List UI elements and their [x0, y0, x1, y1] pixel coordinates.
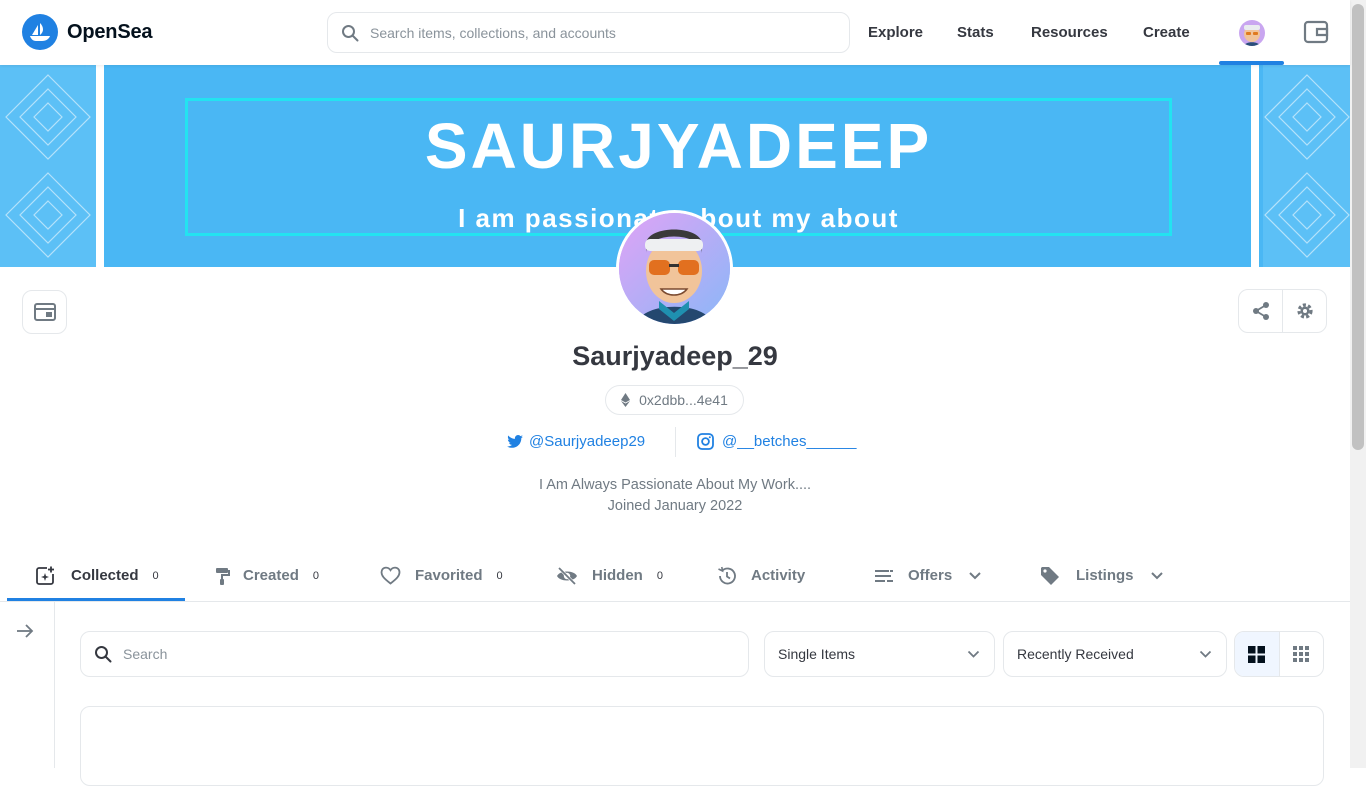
search-icon [95, 646, 112, 663]
tab-collected[interactable]: Collected 0 [35, 549, 159, 602]
banner-edit-button[interactable] [22, 290, 67, 334]
opensea-logo[interactable]: OpenSea [22, 14, 153, 50]
banner-title: SAURJYADEEP [424, 110, 933, 182]
twitter-link[interactable]: @Saurjyadeep29 [507, 433, 645, 450]
tab-favorited-count: 0 [496, 569, 503, 582]
expand-filters-button[interactable] [15, 622, 35, 645]
list-icon [875, 569, 893, 582]
share-button[interactable] [1238, 289, 1283, 333]
profile-avatar [616, 210, 733, 327]
banner-pattern-left [0, 65, 96, 267]
arrow-right-icon [17, 624, 34, 638]
profile-tabs: Collected 0 Created 0 Favorited 0 Hidden… [0, 549, 1350, 602]
nav-stats[interactable]: Stats [957, 0, 994, 65]
twitter-handle: @Saurjyadeep29 [529, 433, 646, 450]
search-placeholder: Search items, collections, and accounts [370, 24, 616, 41]
brand-name: OpenSea [67, 20, 153, 43]
banner-divider-right [1251, 65, 1259, 267]
nav-explore[interactable]: Explore [868, 0, 923, 65]
global-search-input[interactable]: Search items, collections, and accounts [327, 12, 850, 53]
instagram-link[interactable]: @__betches______ [697, 433, 857, 450]
tab-created-count: 0 [312, 569, 319, 582]
profile-username: Saurjyadeep_29 [572, 341, 778, 371]
instagram-handle: @__betches______ [722, 433, 857, 450]
tab-offers[interactable]: Offers [874, 549, 982, 602]
tab-hidden-count: 0 [656, 569, 663, 582]
opensea-ship-icon [22, 14, 58, 50]
account-menu-button[interactable] [1219, 0, 1284, 65]
items-search-placeholder: Search [123, 646, 168, 662]
tab-listings-label: Listings [1076, 567, 1134, 584]
tab-activity[interactable]: Activity [717, 549, 805, 602]
profile-bio: I Am Always Passionate About My Work....… [460, 475, 890, 517]
small-grid-button[interactable] [1278, 632, 1323, 676]
share-icon [1252, 302, 1269, 320]
tab-created[interactable]: Created 0 [213, 549, 319, 602]
wallet-address: 0x2dbb...4e41 [639, 392, 728, 408]
ethereum-icon [621, 393, 631, 407]
tab-favorited[interactable]: Favorited 0 [380, 549, 503, 602]
wallet-address-pill[interactable]: 0x2dbb...4e41 [605, 385, 744, 415]
gear-icon [1296, 303, 1313, 319]
tab-activity-label: Activity [751, 567, 806, 584]
avatar [1238, 19, 1265, 46]
tab-collected-count: 0 [152, 569, 159, 582]
sort-select[interactable]: Recently Received [1003, 631, 1227, 677]
tag-icon [1041, 566, 1059, 585]
layout-icon [33, 303, 56, 321]
wallet-icon[interactable] [1303, 19, 1329, 50]
top-navbar: OpenSea Search items, collections, and a… [0, 0, 1350, 65]
chevron-down-icon [969, 572, 981, 580]
chevron-down-icon [967, 650, 980, 658]
instagram-icon [697, 433, 714, 450]
account-active-indicator [1219, 61, 1284, 65]
paint-roller-icon [216, 567, 230, 585]
item-type-value: Single Items [778, 646, 856, 662]
eye-off-icon [557, 566, 577, 585]
history-icon [718, 566, 736, 584]
tab-hidden-label: Hidden [592, 567, 643, 584]
small-grid-icon [1293, 646, 1310, 662]
nav-resources[interactable]: Resources [1031, 0, 1108, 65]
active-tab-indicator [7, 598, 185, 601]
large-grid-icon [1248, 645, 1266, 663]
tab-offers-label: Offers [908, 567, 953, 584]
scrollbar-thumb[interactable] [1352, 4, 1364, 450]
social-divider [675, 427, 676, 457]
banner-divider-left [96, 65, 104, 267]
collected-icon [36, 566, 54, 585]
settings-button[interactable] [1282, 289, 1327, 333]
tab-collected-label: Collected [71, 567, 139, 584]
tab-created-label: Created [243, 567, 299, 584]
twitter-icon [507, 434, 523, 448]
chevron-down-icon [1150, 572, 1163, 580]
tab-hidden[interactable]: Hidden 0 [556, 549, 663, 602]
joined-date: Joined January 2022 [607, 498, 743, 514]
search-icon [342, 24, 359, 41]
items-search-input[interactable]: Search [80, 631, 749, 677]
banner-pattern-right [1263, 65, 1350, 267]
tab-favorited-label: Favorited [415, 567, 483, 584]
bio-text: I Am Always Passionate About My Work.... [538, 477, 812, 493]
sort-value: Recently Received [1017, 646, 1134, 662]
tab-listings[interactable]: Listings [1040, 549, 1164, 602]
heart-icon [380, 566, 401, 585]
grid-view-toggle [1234, 631, 1324, 677]
chevron-down-icon [1199, 650, 1212, 658]
large-grid-button[interactable] [1235, 632, 1279, 676]
nav-create[interactable]: Create [1143, 0, 1190, 65]
items-results-panel [80, 706, 1324, 786]
item-type-select[interactable]: Single Items [764, 631, 995, 677]
